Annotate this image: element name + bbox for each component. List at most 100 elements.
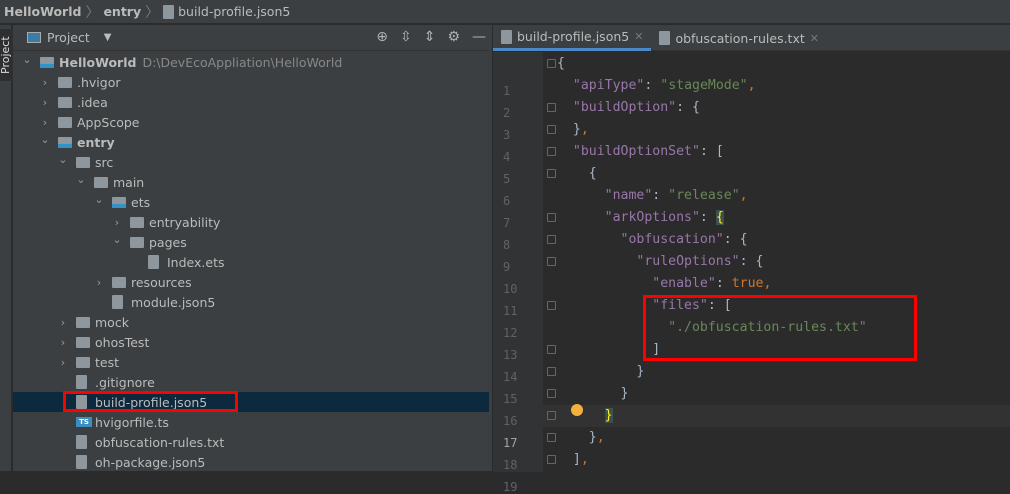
fold-marker-icon[interactable] <box>547 455 556 464</box>
fold-marker-icon[interactable] <box>547 103 556 112</box>
chevron-down-icon[interactable]: ⌄ <box>22 53 32 66</box>
tree-item[interactable]: TS hvigorfile.ts <box>13 412 492 432</box>
tree-item[interactable]: › resources <box>13 272 492 292</box>
code-line: }, <box>557 427 605 449</box>
tree-item-name: Index.ets <box>167 255 225 270</box>
tree-item[interactable]: ⌄ main <box>13 172 492 192</box>
tree-item[interactable]: › test <box>13 352 492 372</box>
tree-item-label: ets <box>131 194 151 210</box>
code-token: , <box>596 430 605 445</box>
chevron-down-icon[interactable]: ⌄ <box>40 133 50 146</box>
chevron-right-icon[interactable]: › <box>40 76 50 89</box>
code-token: } <box>588 430 597 445</box>
tree-item-label: module.json5 <box>131 294 216 310</box>
minimize-icon[interactable]: — <box>472 29 486 45</box>
fold-marker-icon[interactable] <box>547 301 556 310</box>
line-number: 19 <box>503 480 518 494</box>
close-icon[interactable]: ✕ <box>634 30 643 43</box>
tree-item[interactable]: › entryability <box>13 212 492 232</box>
project-panel: Project ▼ ⊕ ⇳ ⇕ ⚙ — ⌄ HelloWorld D:\DevEco… <box>13 25 492 471</box>
chevron-down-icon[interactable]: ⌄ <box>76 173 86 186</box>
project-view-selector[interactable]: Project <box>47 30 90 45</box>
chevron-right-icon[interactable]: › <box>112 216 122 229</box>
fold-marker-icon[interactable] <box>547 147 556 156</box>
tab-obfuscation-rules[interactable]: obfuscation-rules.txt ✕ <box>651 25 827 51</box>
collapse-all-icon[interactable]: ⇕ <box>424 29 436 45</box>
code-token: ] <box>572 452 581 467</box>
tree-item[interactable]: Index.ets <box>13 252 492 272</box>
close-icon[interactable]: ✕ <box>810 32 819 45</box>
code-token: "stageMode" <box>660 78 748 93</box>
scrollbar[interactable] <box>489 25 492 471</box>
breadcrumb-project[interactable]: HelloWorld <box>4 4 81 19</box>
tree-item[interactable]: module.json5 <box>13 292 492 312</box>
tree-item[interactable]: ⌄ entry <box>13 132 492 152</box>
tree-item-label: AppScope <box>77 114 140 130</box>
tree-item-name: oh-package.json5 <box>95 455 205 470</box>
tree-item[interactable]: oh-package.json5 <box>13 452 492 472</box>
tree-item-name: .idea <box>77 95 108 110</box>
line-number: 2 <box>503 106 511 120</box>
code-token: "release" <box>668 188 740 203</box>
tree-item[interactable]: › .idea <box>13 92 492 112</box>
tree-item-name: HelloWorld D:\DevEcoAppliation\HelloWorld <box>59 55 342 70</box>
breadcrumb-module[interactable]: entry <box>103 4 141 19</box>
chevron-right-icon: 〉 <box>85 4 100 21</box>
tree-item[interactable]: › AppScope <box>13 112 492 132</box>
tree-item[interactable]: ⌄ pages <box>13 232 492 252</box>
highlight-box <box>643 295 917 361</box>
gear-icon[interactable]: ⚙ <box>447 29 460 45</box>
tree-item-label: src <box>95 154 114 170</box>
locate-icon[interactable]: ⊕ <box>376 29 388 45</box>
chevron-right-icon[interactable]: › <box>58 336 68 349</box>
json-file-icon <box>163 4 175 19</box>
fold-marker-icon[interactable] <box>547 235 556 244</box>
lightbulb-icon[interactable] <box>571 404 583 416</box>
chevron-down-icon[interactable]: ⌄ <box>112 233 122 246</box>
tree-item[interactable]: ⌄ src <box>13 152 492 172</box>
tree-item[interactable]: ⌄ ets <box>13 192 492 212</box>
code-token: : <box>644 78 661 93</box>
fold-marker-icon[interactable] <box>547 59 556 68</box>
chevron-down-icon[interactable]: ▼ <box>104 32 112 43</box>
tree-item[interactable]: › mock <box>13 312 492 332</box>
tab-build-profile[interactable]: build-profile.json5 ✕ <box>493 25 652 51</box>
breadcrumb-file[interactable]: build-profile.json5 <box>178 4 290 19</box>
tree-item-name: pages <box>149 235 187 250</box>
chevron-right-icon[interactable]: › <box>40 116 50 129</box>
tree-item[interactable]: › ohosTest <box>13 332 492 352</box>
chevron-right-icon[interactable]: › <box>58 316 68 329</box>
fold-marker-icon[interactable] <box>547 389 556 398</box>
tree-item-label: .hvigor <box>77 74 121 90</box>
tree-item-label: entry <box>77 134 115 150</box>
fold-marker-icon[interactable] <box>547 169 556 178</box>
fold-marker-icon[interactable] <box>547 367 556 376</box>
chevron-down-icon[interactable]: ⌄ <box>58 153 68 166</box>
tree-item-name: obfuscation-rules.txt <box>95 435 224 450</box>
fold-marker-icon[interactable] <box>547 257 556 266</box>
chevron-right-icon[interactable]: › <box>40 96 50 109</box>
expand-all-icon[interactable]: ⇳ <box>400 29 412 45</box>
fold-marker-icon[interactable] <box>547 433 556 442</box>
chevron-right-icon[interactable]: › <box>94 276 104 289</box>
tree-item[interactable]: obfuscation-rules.txt <box>13 432 492 452</box>
fold-marker-icon[interactable] <box>547 213 556 222</box>
tree-item[interactable]: ⌄ HelloWorld D:\DevEcoAppliation\HelloWorl… <box>13 52 492 72</box>
tree-item-name: .gitignore <box>95 375 155 390</box>
fold-marker-icon[interactable] <box>547 125 556 134</box>
tree-item[interactable]: › .hvigor <box>13 72 492 92</box>
text-file-icon <box>76 435 87 449</box>
tree-item-label: pages <box>149 234 187 250</box>
code-line: "buildOptionSet": [ <box>557 141 724 163</box>
project-tool-window-button[interactable]: Project <box>0 29 13 81</box>
fold-marker-icon[interactable] <box>547 411 556 420</box>
editor: build-profile.json5 ✕ obfuscation-rules.… <box>493 25 1010 494</box>
chevron-right-icon[interactable]: › <box>58 356 68 369</box>
chevron-down-icon[interactable]: ⌄ <box>94 193 104 206</box>
tree-item-name: entry <box>77 135 115 150</box>
tree-item-label: Index.ets <box>167 254 225 270</box>
line-gutter: 1 2 3 4 5 6 7 8 9 10 11 12 13 14 15 16 17 18 19 <box>493 52 543 494</box>
fold-marker-icon[interactable] <box>547 345 556 354</box>
tree-item[interactable]: .gitignore <box>13 372 492 392</box>
tree-item-label: main <box>113 174 145 190</box>
